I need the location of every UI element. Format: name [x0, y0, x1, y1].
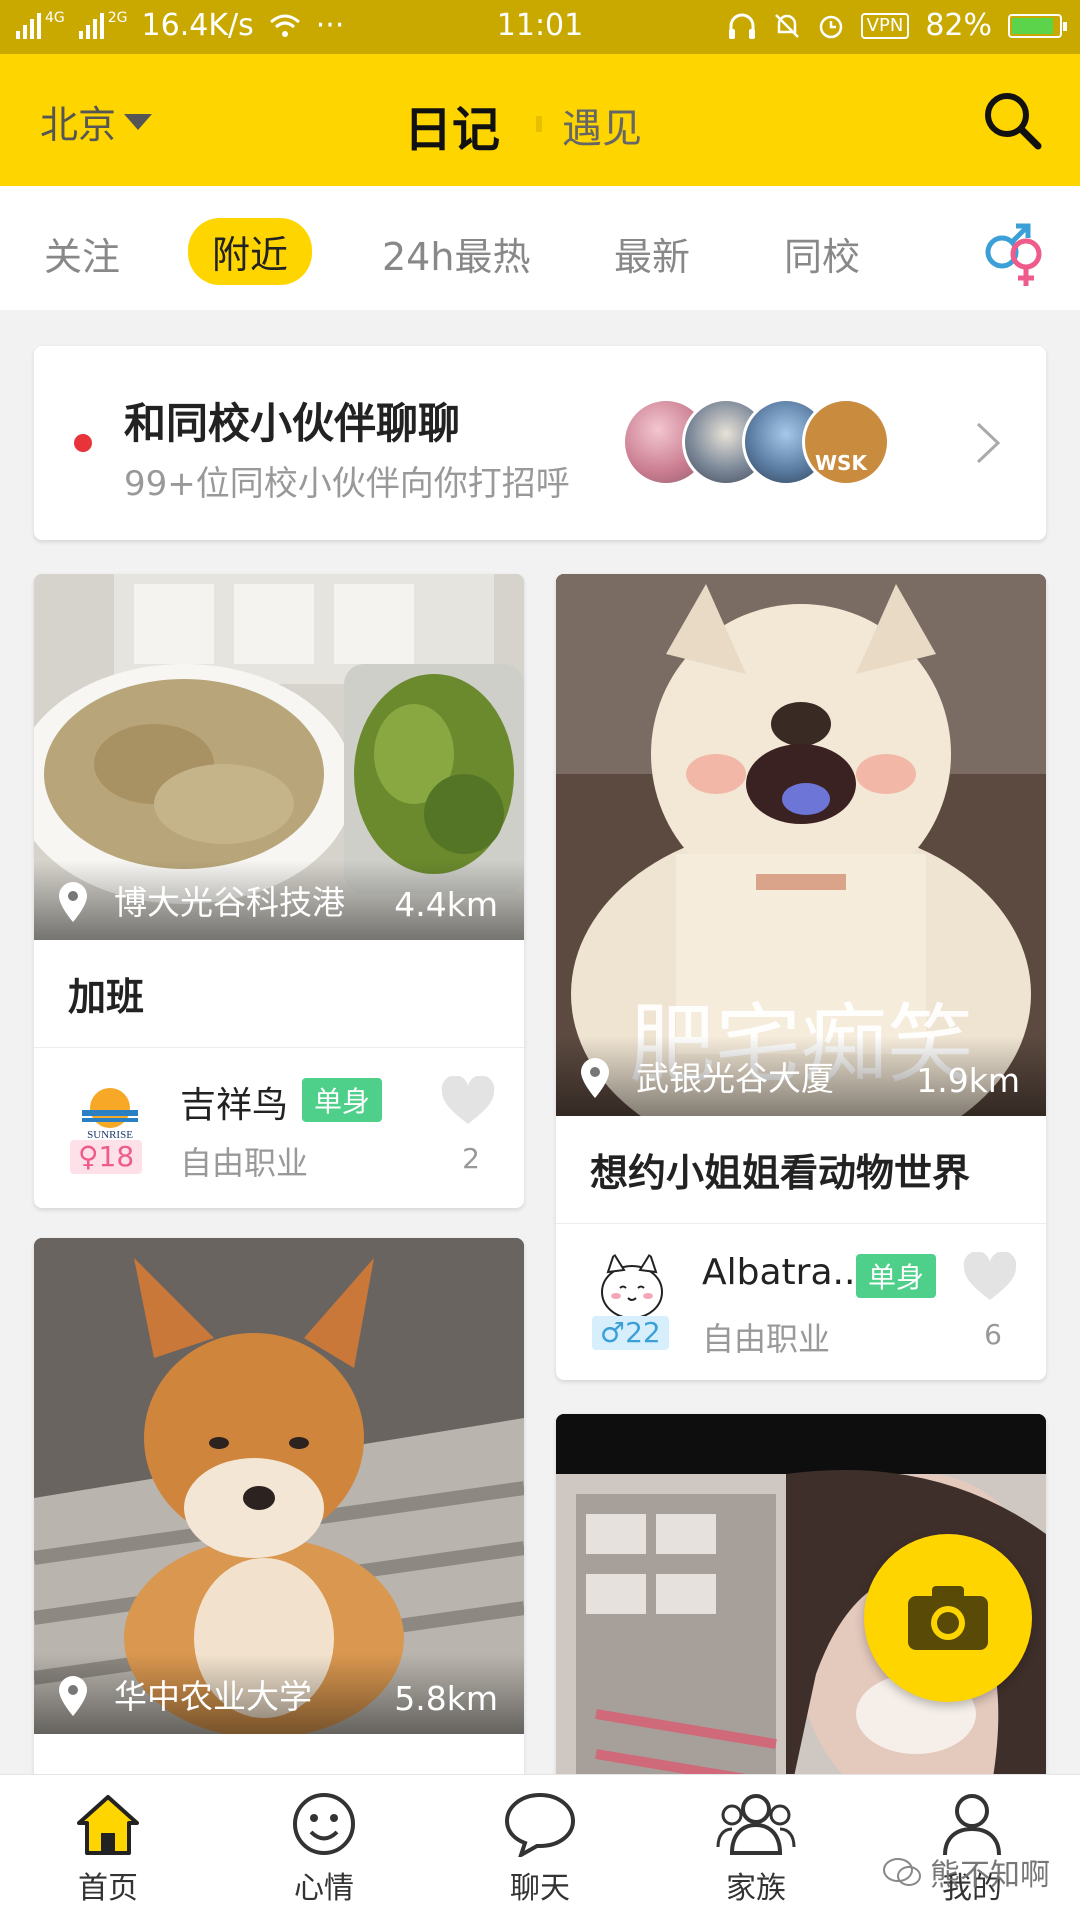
nav-home[interactable]: 首页: [38, 1791, 178, 1907]
nav-family[interactable]: 家族: [686, 1791, 826, 1907]
wechat-icon: [883, 1858, 921, 1886]
school-chat-banner[interactable]: 和同校小伙伴聊聊 99+位同校小伙伴向你打招呼 WSK: [34, 346, 1046, 540]
avatar[interactable]: SUNRISE: [74, 1074, 146, 1146]
occupation: 自由职业: [180, 1144, 309, 1182]
battery-icon: [1008, 13, 1067, 38]
unread-dot: [74, 434, 92, 452]
search-icon[interactable]: [980, 88, 1044, 152]
banner-subtitle: 99+位同校小伙伴向你打招呼: [124, 464, 570, 504]
location-overlay: 武银光谷大厦 1.9km: [556, 1036, 1046, 1116]
gender-icon[interactable]: [976, 216, 1050, 290]
watermark-text: 熊不知啊: [930, 1858, 1050, 1893]
location-overlay: 华中农业大学 5.8km: [34, 1654, 524, 1734]
camera-icon: [908, 1586, 988, 1650]
post-location: 华中农业大学: [114, 1677, 312, 1716]
avatar-text: WSK: [815, 451, 867, 475]
post-caption: 加班: [34, 940, 524, 1048]
bottom-nav: 首页 心情 聊天 家族 我的: [0, 1774, 1080, 1921]
avatar[interactable]: [596, 1250, 668, 1322]
chevron-right-icon: [976, 422, 1001, 464]
like-count: 6: [984, 1318, 1002, 1351]
status-badge: 单身: [302, 1078, 383, 1122]
headset-icon: [728, 13, 755, 39]
post-location: 武银光谷大厦: [636, 1059, 834, 1098]
group-icon: [716, 1794, 796, 1855]
alarm-icon: [819, 15, 842, 38]
nav-mood[interactable]: 心情: [254, 1791, 394, 1907]
watermark: 熊不知啊: [882, 1850, 1050, 1894]
user-icon: [943, 1794, 1001, 1856]
post-author[interactable]: ♂22 Albatra... 单身 自由职业 6: [556, 1224, 1046, 1380]
tab-nearby[interactable]: 附近: [188, 218, 313, 285]
post-location: 博大光谷科技港: [114, 883, 345, 922]
location-pin-icon: [59, 1676, 87, 1716]
tab-diary[interactable]: 日记: [404, 90, 500, 160]
chat-bubble-icon: [504, 1792, 576, 1857]
filter-tabs: 关注 附近 24h最热 最新 同校: [0, 186, 1080, 310]
heart-icon[interactable]: [440, 1076, 496, 1126]
post-card[interactable]: 华中农业大学 5.8km: [34, 1238, 524, 1798]
status-badge: 单身: [856, 1254, 937, 1298]
location-overlay: 博大光谷科技港 4.4km: [34, 860, 524, 940]
post-photo[interactable]: 博大光谷科技港 4.4km: [34, 574, 524, 940]
status-bar: 4G 2G 16.4K/s ··· 11:01 VPN 82%: [0, 0, 1080, 54]
nav-family-label: 家族: [726, 1871, 786, 1906]
sunrise-logo: SUNRISE: [82, 1088, 138, 1141]
home-icon: [77, 1795, 139, 1855]
dropdown-arrow-icon: [124, 113, 153, 130]
smile-icon: [293, 1793, 355, 1855]
tab-hot-24h[interactable]: 24h最热: [382, 226, 530, 281]
post-photo[interactable]: 华中农业大学 5.8km: [34, 1238, 524, 1734]
camera-button[interactable]: [864, 1534, 1032, 1702]
vpn-badge: VPN: [860, 12, 910, 39]
tab-same-school[interactable]: 同校: [784, 226, 860, 281]
nav-chat[interactable]: 聊天: [470, 1791, 610, 1907]
post-card[interactable]: 肥宅痴笑 武银光谷大厦 1.9km 想约小姐姐看动物世界 ♂22 Albatra…: [556, 574, 1046, 1380]
post-photo[interactable]: 肥宅痴笑 武银光谷大厦 1.9km: [556, 574, 1046, 1116]
post-distance: 4.4km: [394, 885, 498, 924]
post-distance: 5.8km: [394, 1679, 498, 1718]
post-author[interactable]: SUNRISE ♀18 吉祥鸟 单身 自由职业 2: [34, 1048, 524, 1208]
nav-chat-label: 聊天: [510, 1871, 570, 1906]
nav-mood-label: 心情: [294, 1871, 354, 1906]
mute-bell-icon: [774, 13, 799, 38]
location-pin-icon: [59, 882, 87, 922]
banner-title: 和同校小伙伴聊聊: [124, 399, 461, 448]
title-divider: [536, 116, 542, 132]
location-pin-icon: [581, 1058, 609, 1098]
app-header: 北京 日记 遇见: [0, 54, 1080, 186]
age-badge: ♂22: [592, 1316, 669, 1350]
city-selector[interactable]: 北京: [40, 94, 153, 149]
avatar-group: WSK: [622, 398, 962, 488]
avatar: WSK: [802, 398, 890, 486]
clock: 11:01: [496, 8, 584, 43]
heart-icon[interactable]: [962, 1252, 1018, 1302]
occupation: 自由职业: [702, 1320, 831, 1358]
nav-home-label: 首页: [78, 1871, 138, 1906]
like-count: 2: [462, 1142, 480, 1175]
post-distance: 1.9km: [916, 1061, 1020, 1100]
battery-percent: 82%: [925, 8, 992, 43]
tab-latest[interactable]: 最新: [614, 226, 690, 281]
username: 吉祥鸟: [180, 1085, 289, 1126]
tab-follow[interactable]: 关注: [44, 226, 120, 281]
post-card[interactable]: 博大光谷科技港 4.4km 加班 SUNRISE ♀18 吉祥鸟 单身 自由职业…: [34, 574, 524, 1208]
post-image: 肥宅痴笑: [556, 574, 1046, 1116]
city-label: 北京: [40, 103, 117, 147]
post-caption: 想约小姐姐看动物世界: [556, 1116, 1046, 1224]
username: Albatra...: [702, 1252, 867, 1293]
tab-meet[interactable]: 遇见: [562, 96, 642, 154]
age-badge: ♀18: [70, 1140, 143, 1174]
cartoon-avatar: [601, 1251, 663, 1319]
